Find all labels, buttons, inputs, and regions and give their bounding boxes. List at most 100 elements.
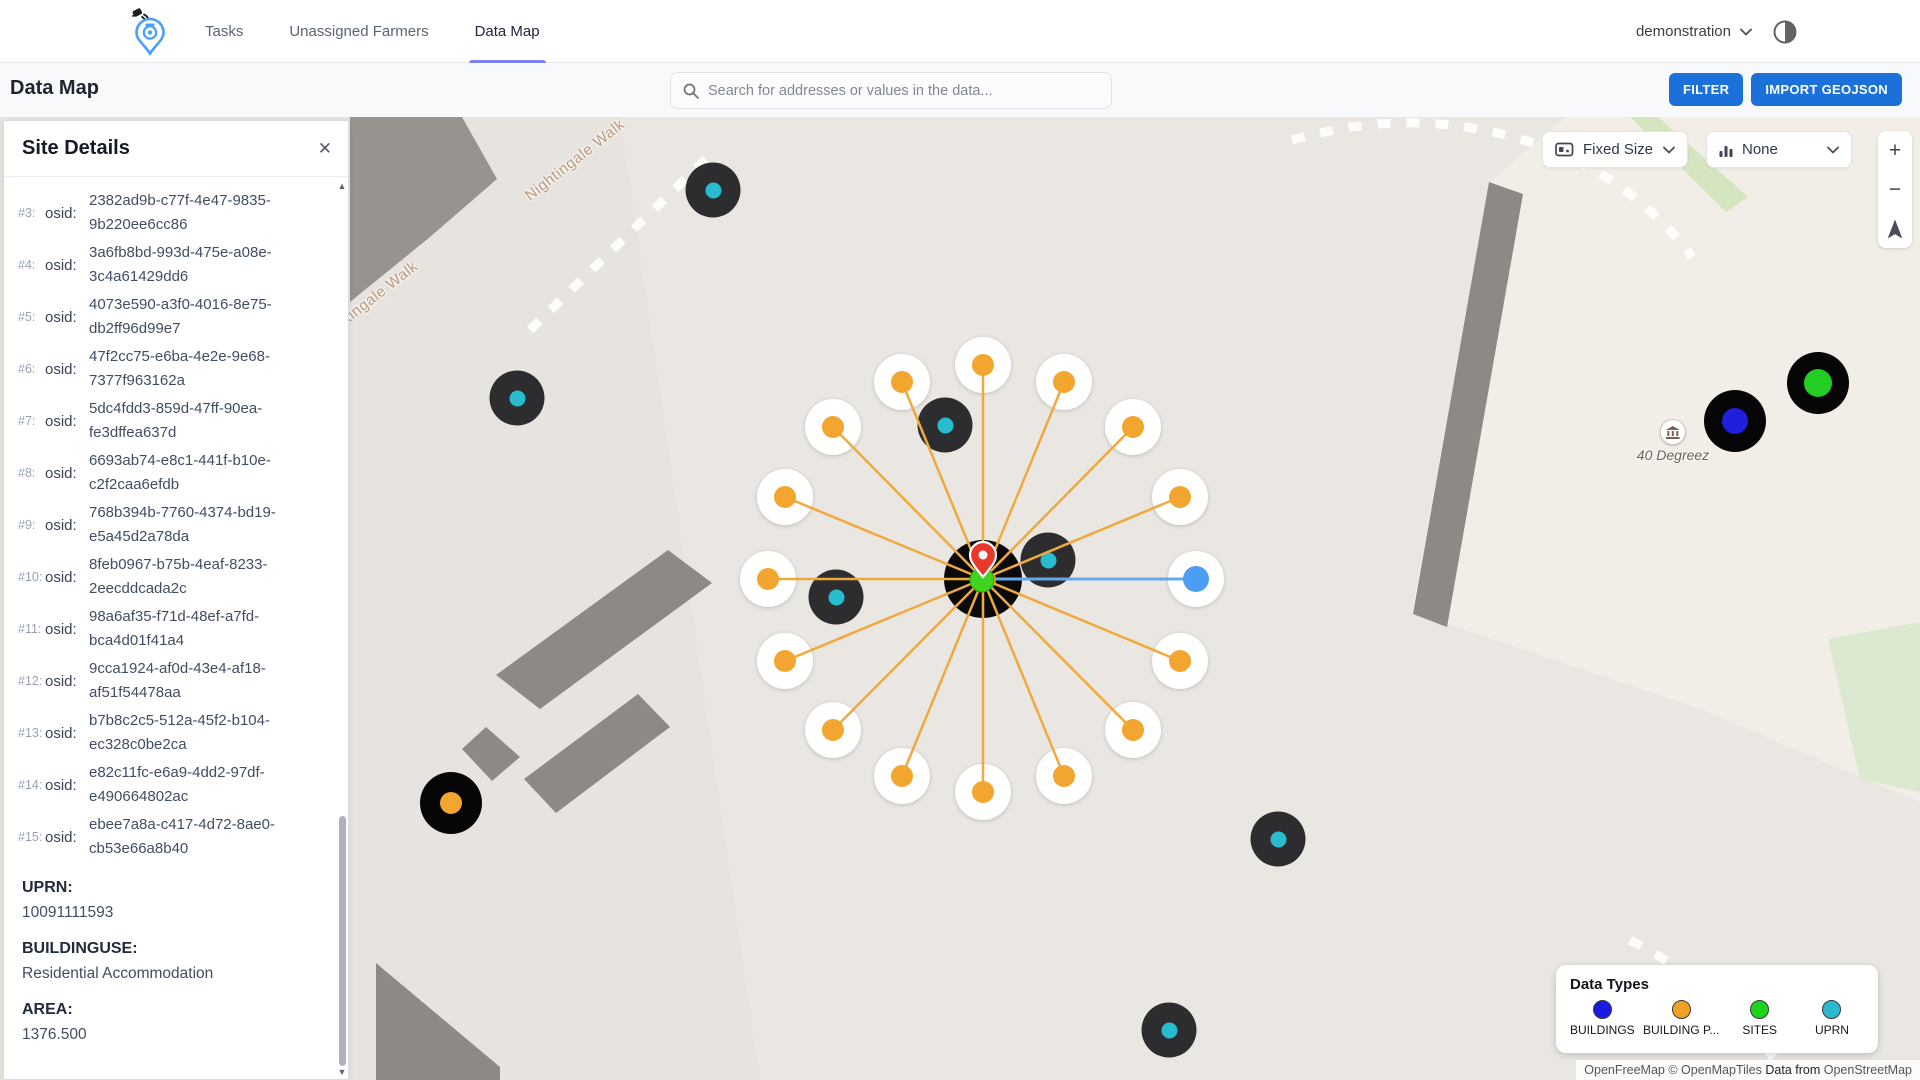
row-index: #10: — [18, 570, 45, 584]
row-key: osid: — [45, 673, 89, 690]
marker-dot — [1161, 1022, 1177, 1038]
row-value: 47f2cc75-e6ba-4e2e-9e68-7377f963162a — [89, 345, 334, 393]
marker-size-select[interactable]: Fixed Size — [1542, 131, 1688, 168]
row-key: osid: — [45, 205, 89, 222]
row-key: osid: — [45, 569, 89, 586]
zoom-out-button[interactable]: − — [1878, 170, 1912, 209]
theme-toggle-icon[interactable] — [1772, 19, 1798, 45]
attribution-text: © OpenMapTiles — [1668, 1063, 1762, 1077]
row-value: ebee7a8a-c417-4d72-8ae0-cb53e66a8b40 — [89, 813, 334, 861]
close-icon[interactable]: ✕ — [318, 140, 332, 157]
map-marker-satellite[interactable] — [1152, 469, 1208, 525]
tab-tasks[interactable]: Tasks — [205, 0, 243, 63]
legend-item: SITES — [1728, 1000, 1792, 1037]
marker-dot — [1040, 552, 1056, 568]
scrollbar-thumb[interactable] — [339, 816, 346, 1066]
metric-select[interactable]: None — [1706, 131, 1852, 168]
map-marker-satellite[interactable] — [740, 551, 796, 607]
map-marker-satellite[interactable] — [955, 337, 1011, 393]
site-detail-row: #12:osid:9cca1924-af0d-43e4-af18-af51f54… — [18, 657, 334, 705]
zoom-in-button[interactable]: + — [1878, 131, 1912, 170]
row-key: osid: — [45, 621, 89, 638]
attribution-link[interactable]: OpenStreetMap — [1824, 1063, 1912, 1077]
fixed-size-icon — [1555, 142, 1574, 157]
map-marker-cluster[interactable] — [1251, 812, 1306, 867]
marker-dot — [509, 390, 525, 406]
map-marker-satellite[interactable] — [1036, 354, 1092, 410]
row-value: 5dc4fdd3-859d-47ff-90ea-fe3dffea637d — [89, 397, 334, 445]
row-key: osid: — [45, 257, 89, 274]
org-selector[interactable]: demonstration — [1636, 23, 1752, 40]
marker-dot — [828, 589, 844, 605]
import-geojson-button[interactable]: IMPORT GEOJSON — [1751, 73, 1902, 106]
site-detail-row: #13:osid:b7b8c2c5-512a-45f2-b104-ec328c0… — [18, 709, 334, 757]
compass-icon — [1886, 218, 1904, 240]
map-marker-satellite[interactable] — [805, 399, 861, 455]
zoom-control: + − — [1878, 131, 1912, 248]
site-detail-row: #11:osid:98a6af35-f71d-48ef-a7fd-bca4d01… — [18, 605, 334, 653]
search-input[interactable] — [708, 83, 1099, 99]
legend-title: Data Types — [1570, 976, 1864, 993]
map-marker-cluster[interactable] — [809, 570, 864, 625]
legend-color-dot — [1750, 1000, 1769, 1019]
chevron-down-icon — [1827, 146, 1839, 154]
row-index: #15: — [18, 830, 45, 844]
metric-select-value: None — [1742, 141, 1818, 158]
field-value: 1376.500 — [22, 1026, 334, 1044]
row-key: osid: — [45, 777, 89, 794]
map-marker-satellite[interactable] — [805, 702, 861, 758]
filter-button[interactable]: FILTER — [1669, 73, 1743, 106]
map-marker-satellite[interactable] — [874, 354, 930, 410]
legend-label: BUILDING P... — [1643, 1023, 1719, 1037]
page-title: Data Map — [10, 77, 99, 100]
attribution-link[interactable]: OpenFreeMap — [1584, 1063, 1665, 1077]
map-marker-cluster[interactable] — [918, 398, 973, 453]
legend-item: BUILDING P... — [1643, 1000, 1719, 1037]
marker-dot — [1270, 831, 1286, 847]
row-key: osid: — [45, 309, 89, 326]
data-types-legend: Data Types BUILDINGSBUILDING P...SITESUP… — [1556, 965, 1878, 1053]
marker-dot — [1722, 408, 1748, 434]
site-detail-row: #15:osid:ebee7a8a-c417-4d72-8ae0-cb53e66… — [18, 813, 334, 861]
tab-unassigned-farmers[interactable]: Unassigned Farmers — [289, 0, 428, 63]
row-index: #13: — [18, 726, 45, 740]
map-marker-cluster[interactable] — [1142, 1003, 1197, 1058]
row-key: osid: — [45, 413, 89, 430]
map-marker-satellite[interactable] — [757, 469, 813, 525]
map-marker-satellite[interactable] — [1152, 633, 1208, 689]
map-marker-point[interactable] — [1704, 390, 1766, 452]
legend-color-dot — [1593, 1000, 1612, 1019]
compass-button[interactable] — [1878, 209, 1912, 248]
legend-items: BUILDINGSBUILDING P...SITESUPRN — [1570, 1000, 1864, 1037]
map-marker-point[interactable] — [1787, 352, 1849, 414]
row-value: 768b394b-7760-4374-bd19-e5a45d2a78da — [89, 501, 334, 549]
scroll-up-icon[interactable]: ▲ — [337, 181, 347, 191]
map-marker-cluster[interactable] — [686, 163, 741, 218]
row-index: #9: — [18, 518, 45, 532]
map-marker-center-disc[interactable] — [944, 540, 1022, 618]
site-detail-row: #7:osid:5dc4fdd3-859d-47ff-90ea-fe3dffea… — [18, 397, 334, 445]
legend-label: UPRN — [1815, 1023, 1849, 1037]
scroll-down-icon[interactable]: ▼ — [337, 1067, 347, 1077]
map-marker-satellite[interactable] — [874, 748, 930, 804]
row-value: e82c11fc-e6a9-4dd2-97df-e490664802ac — [89, 761, 334, 809]
map-marker-cluster[interactable] — [490, 371, 545, 426]
map-marker-satellite[interactable] — [1105, 702, 1161, 758]
map-marker-point[interactable] — [420, 772, 482, 834]
row-key: osid: — [45, 725, 89, 742]
topbar-right: demonstration — [1636, 0, 1798, 63]
map-marker-satellite[interactable] — [955, 764, 1011, 820]
map-marker-satellite[interactable] — [1168, 551, 1224, 607]
site-details-panel: Site Details ✕ #3:osid:2382ad9b-c77f-4e4… — [3, 120, 349, 1080]
map-marker-satellite[interactable] — [757, 633, 813, 689]
map-marker-cluster[interactable] — [1021, 533, 1076, 588]
map-marker-satellite[interactable] — [1036, 748, 1092, 804]
panel-scrollbar: ▲ ▼ — [337, 181, 347, 1077]
row-value: 8feb0967-b75b-4eaf-8233-2eecddcada2c — [89, 553, 334, 601]
map-marker-satellite[interactable] — [1105, 399, 1161, 455]
row-index: #12: — [18, 674, 45, 688]
osid-list: #3:osid:2382ad9b-c77f-4e47-9835-9b220ee6… — [4, 177, 348, 861]
field-value: Residential Accommodation — [22, 965, 334, 983]
app-logo-icon[interactable] — [126, 7, 174, 57]
tab-data-map[interactable]: Data Map — [475, 0, 540, 63]
